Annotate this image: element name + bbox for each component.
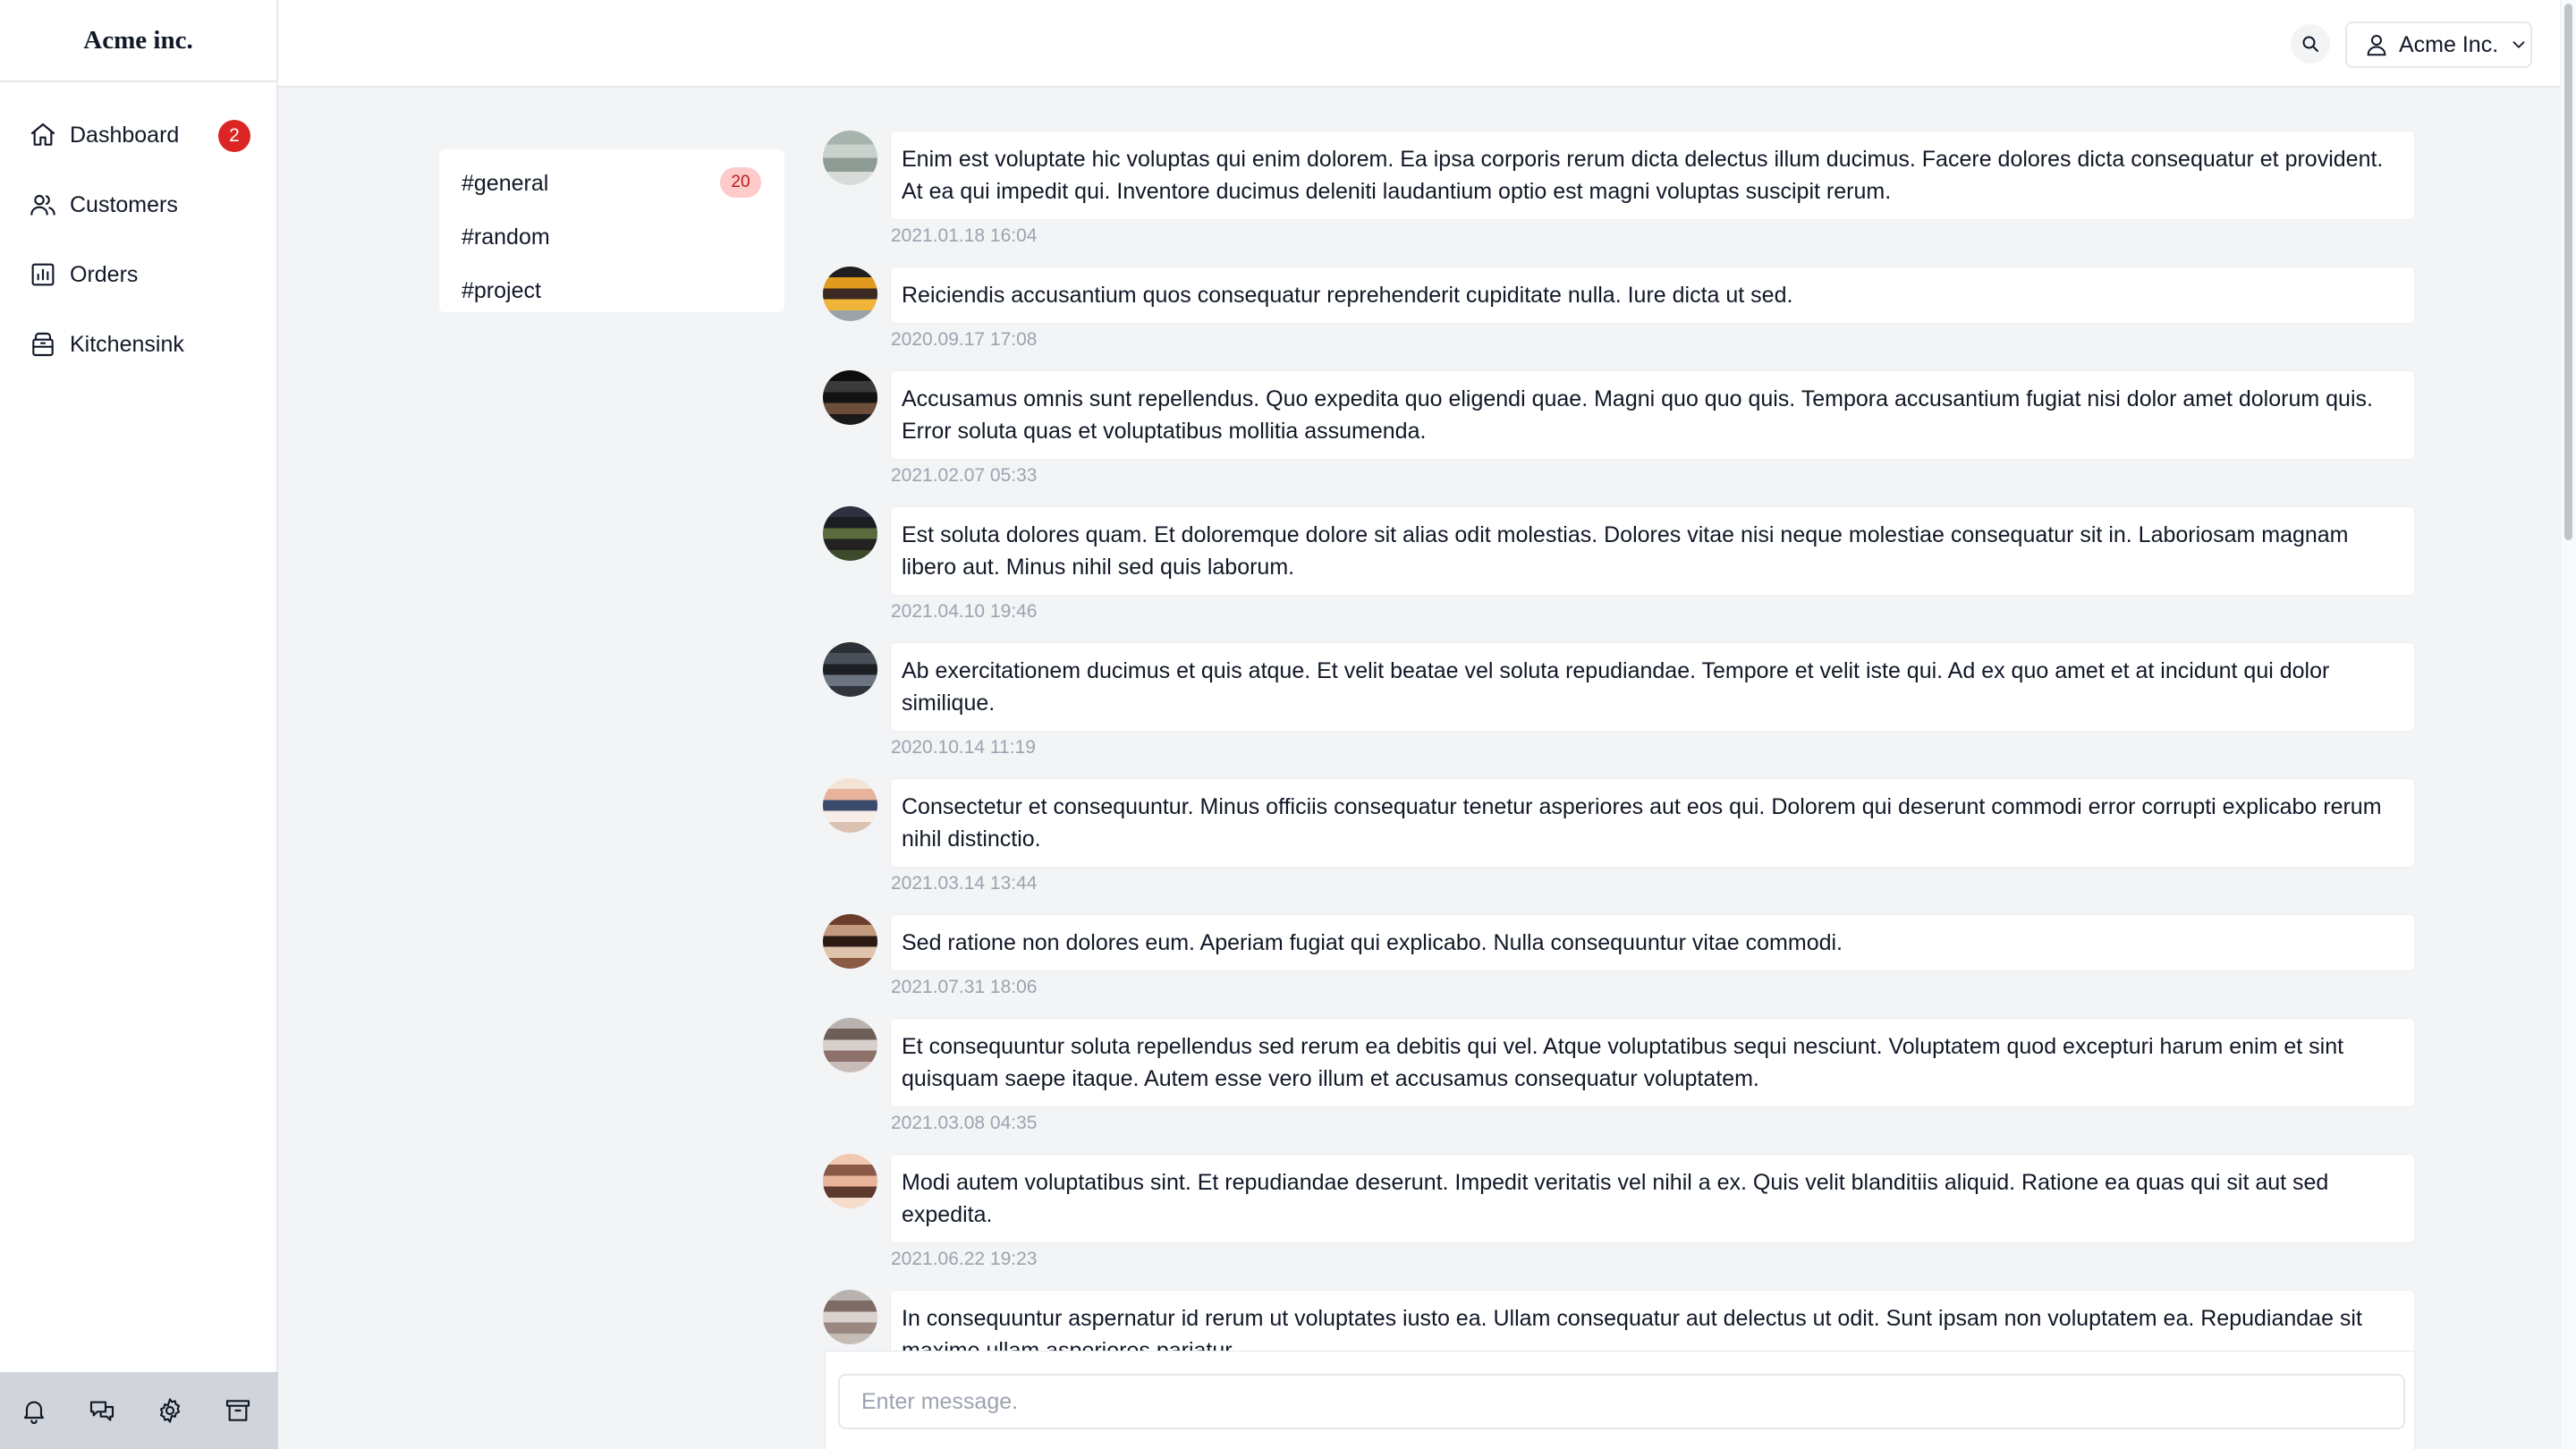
message-timestamp: 2021.04.10 19:46 [891, 601, 1038, 622]
unread-badge: 20 [720, 167, 761, 198]
message-timestamp: 2021.01.18 16:04 [891, 225, 1038, 246]
sidebar-item-dashboard[interactable]: Dashboard 2 [0, 100, 276, 170]
channel-random[interactable]: #random [439, 210, 784, 264]
channel-label: #general [462, 170, 549, 196]
users-icon [29, 191, 57, 219]
scrollbar-thumb[interactable] [2564, 4, 2572, 540]
sidebar-item-customers[interactable]: Customers [0, 170, 276, 240]
channel-general[interactable]: #general 20 [439, 157, 784, 210]
message-body: Sed ratione non dolores eum. Aperiam fug… [890, 914, 2415, 1000]
channel-label: #project [462, 277, 541, 303]
message-text: Ab exercitationem ducimus et quis atque.… [890, 642, 2415, 732]
gear-icon [156, 1396, 184, 1425]
sidebar-item-label: Orders [70, 261, 139, 287]
cabinet-icon [29, 330, 57, 359]
message-body: In consequuntur aspernatur id rerum ut v… [890, 1290, 2415, 1351]
avatar[interactable] [823, 131, 877, 185]
message-timestamp: 2021.06.22 19:23 [891, 1249, 1038, 1269]
message-item: Sed ratione non dolores eum. Aperiam fug… [823, 914, 2415, 1000]
message-item: Enim est voluptate hic voluptas qui enim… [823, 131, 2415, 249]
avatar[interactable] [823, 1154, 877, 1208]
message-body: Modi autem voluptatibus sint. Et repudia… [890, 1154, 2415, 1272]
message-body: Accusamus omnis sunt repellendus. Quo ex… [890, 370, 2415, 488]
message-timestamp: 2021.02.07 05:33 [891, 465, 1038, 486]
message-list[interactable]: Enim est voluptate hic voluptas qui enim… [823, 131, 2415, 1351]
message-item: Accusamus omnis sunt repellendus. Quo ex… [823, 370, 2415, 488]
message-text: Consectetur et consequuntur. Minus offic… [890, 778, 2415, 868]
account-menu-button[interactable]: Acme Inc. [2345, 21, 2532, 68]
notifications-button[interactable] [0, 1372, 68, 1449]
sidebar-nav: Dashboard 2 Customers Orders Kitchensink [0, 82, 276, 379]
sidebar-item-label: Customers [70, 191, 178, 217]
sidebar-footer [0, 1372, 278, 1449]
message-composer [825, 1351, 2415, 1449]
message-item: Modi autem voluptatibus sint. Et repudia… [823, 1154, 2415, 1272]
chart-icon [29, 260, 57, 289]
sidebar-item-label: Kitchensink [70, 331, 184, 357]
avatar[interactable] [823, 1290, 877, 1344]
archive-button[interactable] [204, 1372, 272, 1449]
message-item: Et consequuntur soluta repellendus sed r… [823, 1018, 2415, 1136]
search-icon [2300, 33, 2321, 55]
message-text: In consequuntur aspernatur id rerum ut v… [890, 1290, 2415, 1351]
sidebar-item-orders[interactable]: Orders [0, 240, 276, 309]
message-text: Est soluta dolores quam. Et doloremque d… [890, 506, 2415, 596]
message-text: Et consequuntur soluta repellendus sed r… [890, 1018, 2415, 1107]
home-icon [29, 121, 57, 149]
message-text: Reiciendis accusantium quos consequatur … [890, 267, 2415, 324]
archive-icon [224, 1396, 252, 1425]
channel-project[interactable]: #project [439, 264, 784, 318]
sidebar-item-kitchensink[interactable]: Kitchensink [0, 309, 276, 379]
avatar[interactable] [823, 778, 877, 833]
message-body: Est soluta dolores quam. Et doloremque d… [890, 506, 2415, 624]
message-timestamp: 2021.07.31 18:06 [891, 977, 1038, 997]
avatar[interactable] [823, 1018, 877, 1072]
top-bar [278, 0, 2560, 88]
message-body: Consectetur et consequuntur. Minus offic… [890, 778, 2415, 896]
message-item: Est soluta dolores quam. Et doloremque d… [823, 506, 2415, 624]
message-text: Modi autem voluptatibus sint. Et repudia… [890, 1154, 2415, 1243]
message-input[interactable] [838, 1374, 2405, 1429]
message-text: Accusamus omnis sunt repellendus. Quo ex… [890, 370, 2415, 460]
messages-button[interactable] [68, 1372, 136, 1449]
app-logo[interactable]: Acme inc. [0, 0, 276, 82]
message-body: Enim est voluptate hic voluptas qui enim… [890, 131, 2415, 249]
message-timestamp: 2020.09.17 17:08 [891, 329, 1038, 350]
message-timestamp: 2021.03.08 04:35 [891, 1113, 1038, 1133]
message-text: Enim est voluptate hic voluptas qui enim… [890, 131, 2415, 220]
bell-icon [20, 1396, 48, 1425]
chevron-down-icon [2509, 35, 2529, 55]
settings-button[interactable] [136, 1372, 204, 1449]
avatar[interactable] [823, 267, 877, 321]
sidebar: Acme inc. Dashboard 2 Customers Orders K [0, 0, 278, 1449]
avatar[interactable] [823, 506, 877, 561]
message-item: Ab exercitationem ducimus et quis atque.… [823, 642, 2415, 760]
message-item: Consectetur et consequuntur. Minus offic… [823, 778, 2415, 896]
message-body: Reiciendis accusantium quos consequatur … [890, 267, 2415, 352]
channel-label: #random [462, 224, 550, 250]
message-body: Et consequuntur soluta repellendus sed r… [890, 1018, 2415, 1136]
message-body: Ab exercitationem ducimus et quis atque.… [890, 642, 2415, 760]
message-item: In consequuntur aspernatur id rerum ut v… [823, 1290, 2415, 1351]
channel-list: #general 20 #random #project [439, 149, 784, 312]
sidebar-item-label: Dashboard [70, 122, 180, 148]
avatar[interactable] [823, 370, 877, 425]
message-item: Reiciendis accusantium quos consequatur … [823, 267, 2415, 352]
message-timestamp: 2021.03.14 13:44 [891, 873, 1038, 894]
account-label: Acme Inc. [2399, 31, 2499, 57]
message-timestamp: 2020.10.14 11:19 [891, 737, 1036, 758]
notification-badge: 2 [218, 120, 250, 152]
avatar[interactable] [823, 642, 877, 697]
chat-icon [88, 1396, 116, 1425]
avatar[interactable] [823, 914, 877, 969]
user-icon [2363, 31, 2390, 58]
message-text: Sed ratione non dolores eum. Aperiam fug… [890, 914, 2415, 971]
search-button[interactable] [2291, 24, 2330, 64]
